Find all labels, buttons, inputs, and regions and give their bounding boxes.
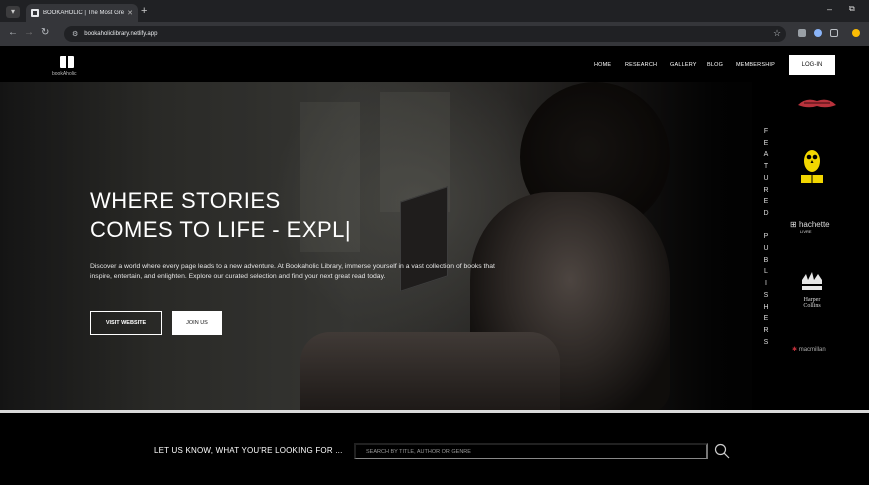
tab-title: BOOKAHOLIC | The Most Great bbox=[43, 10, 125, 16]
profile-avatar-icon[interactable] bbox=[852, 29, 860, 37]
browser-chrome: ▾ BOOKAHOLIC | The Most Great ✕ + – ⧉ ← … bbox=[0, 0, 869, 46]
headline-line-2: COMES TO LIFE - EXPL| bbox=[90, 217, 352, 242]
hero-description: Discover a world where every page leads … bbox=[90, 263, 495, 280]
pen-extension-icon[interactable] bbox=[814, 29, 822, 37]
hachette-name: hachette bbox=[798, 220, 830, 229]
extension-icon[interactable] bbox=[798, 29, 806, 37]
search-input[interactable] bbox=[354, 443, 708, 459]
visit-website-button[interactable]: VISIT WEBSITE bbox=[90, 311, 162, 335]
nav-home[interactable]: HOME bbox=[594, 62, 611, 68]
featured-publishers-panel: F E A T U R E D P U B L I S H E R S ⊞ ha… bbox=[752, 82, 869, 410]
tab-search-icon[interactable]: ▾ bbox=[6, 6, 20, 18]
browser-tab[interactable]: BOOKAHOLIC | The Most Great ✕ bbox=[26, 4, 138, 22]
hero-section: WHERE STORIES COMES TO LIFE - EXPL| Disc… bbox=[0, 82, 869, 410]
hachette-sub: LIVRE bbox=[800, 229, 812, 234]
nav-gallery[interactable]: GALLERY bbox=[670, 62, 697, 68]
penguin-publisher-logo-icon[interactable] bbox=[796, 95, 838, 111]
harper-fire-water-icon bbox=[802, 272, 822, 290]
featured-publishers-title: F E A T U R E D P U B L I S H E R S bbox=[763, 128, 769, 346]
macmillan-name: macmillan bbox=[798, 347, 826, 353]
harpercollins-publisher-logo[interactable]: Harper Collins bbox=[800, 270, 824, 320]
reload-icon[interactable]: ↻ bbox=[41, 27, 49, 38]
owl-publisher-logo-icon[interactable] bbox=[800, 147, 824, 187]
site-favicon-icon bbox=[31, 9, 39, 17]
site-header: bookAholic HOME RESEARCH GALLERY BLOG ME… bbox=[0, 46, 869, 82]
minimize-icon[interactable]: – bbox=[827, 4, 832, 14]
logo-text: bookAholic bbox=[52, 71, 77, 77]
bookmark-star-icon[interactable]: ☆ bbox=[773, 28, 781, 39]
macmillan-publisher-logo[interactable]: ✱ macmillan bbox=[792, 346, 826, 353]
new-tab-icon[interactable]: + bbox=[141, 5, 147, 17]
hachette-h-icon: ⊞ bbox=[790, 220, 797, 229]
book-logo-icon[interactable] bbox=[60, 56, 74, 68]
forward-icon[interactable]: → bbox=[24, 27, 34, 38]
macmillan-star-icon: ✱ bbox=[792, 347, 798, 353]
back-icon[interactable]: ← bbox=[8, 27, 18, 38]
address-bar[interactable]: ⚙ bookaholiclibrary.netlify.app bbox=[64, 26, 786, 42]
url-text: bookaholiclibrary.netlify.app bbox=[84, 31, 158, 37]
tab-strip: ▾ BOOKAHOLIC | The Most Great ✕ + – ⧉ bbox=[0, 0, 869, 22]
login-button[interactable]: LOG-IN bbox=[789, 55, 835, 75]
tab-close-icon[interactable]: ✕ bbox=[127, 9, 133, 17]
navigation-bar: ← → ↻ ⚙ bookaholiclibrary.netlify.app ☆ bbox=[0, 22, 869, 46]
search-icon[interactable] bbox=[714, 443, 730, 459]
hero-headline: WHERE STORIES COMES TO LIFE - EXPL| bbox=[90, 186, 351, 244]
restore-icon[interactable]: ⧉ bbox=[849, 4, 855, 14]
headline-line-1: WHERE STORIES bbox=[90, 188, 281, 213]
nav-membership[interactable]: MEMBERSHIP bbox=[736, 62, 775, 68]
nav-research[interactable]: RESEARCH bbox=[625, 62, 657, 68]
site-settings-icon[interactable]: ⚙ bbox=[72, 30, 78, 38]
extensions-puzzle-icon[interactable] bbox=[830, 29, 838, 37]
search-section: LET US KNOW, WHAT YOU'RE LOOKING FOR ... bbox=[0, 413, 869, 485]
hachette-publisher-logo[interactable]: ⊞ hachette LIVRE bbox=[790, 220, 830, 234]
nav-blog[interactable]: BLOG bbox=[707, 62, 723, 68]
hero-overlay bbox=[0, 82, 869, 410]
join-us-button[interactable]: JOIN US bbox=[172, 311, 222, 335]
search-prompt: LET US KNOW, WHAT YOU'RE LOOKING FOR ... bbox=[154, 446, 343, 455]
harper-line-2: Collins bbox=[803, 303, 821, 309]
